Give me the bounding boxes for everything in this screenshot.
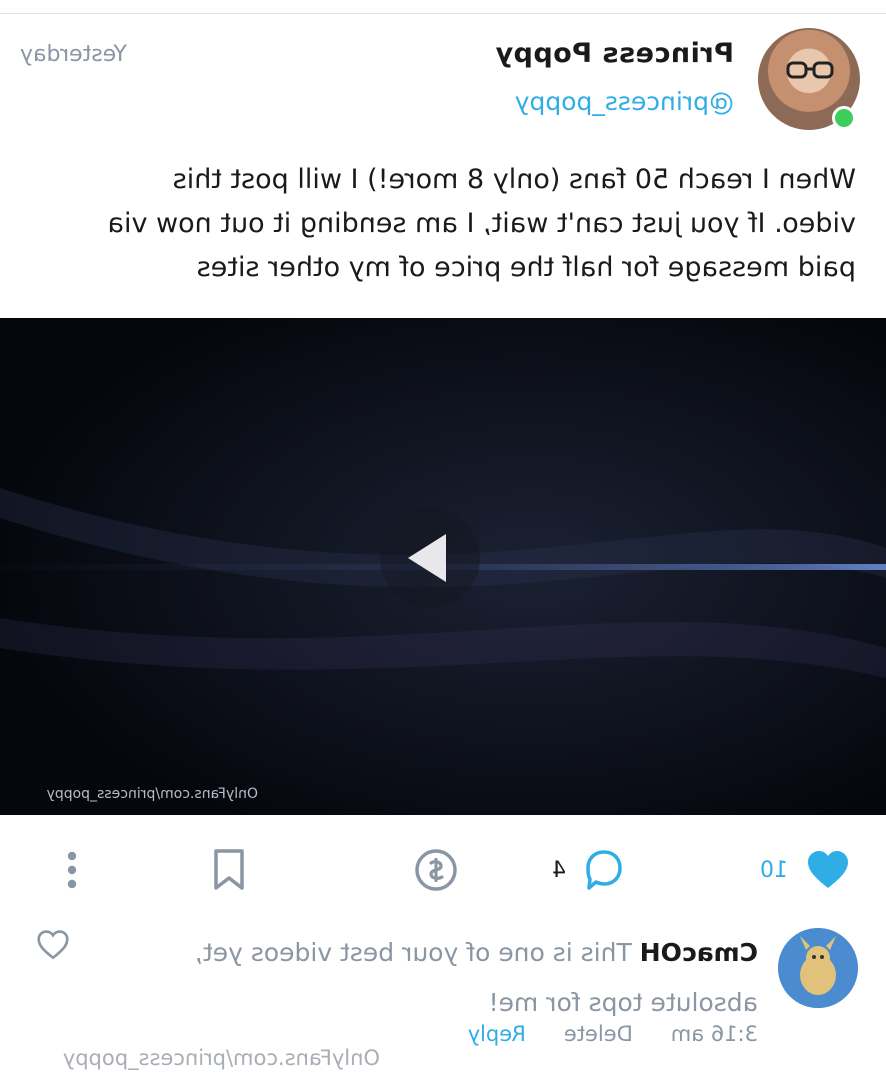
- post-timestamp: Yesterday: [20, 42, 127, 67]
- comment-delete-button[interactable]: Delete: [564, 1022, 633, 1046]
- bookmark-button[interactable]: [212, 848, 246, 892]
- comment-time: 3:16 am: [670, 1022, 758, 1046]
- commenter-avatar[interactable]: [778, 928, 858, 1008]
- author-info: Princess Poppy @princess_poppy: [495, 38, 734, 116]
- comment-icon: [586, 850, 622, 890]
- comment-meta: 3:16 am Delete Reply: [468, 1022, 758, 1046]
- tip-dollar-icon: [415, 849, 457, 891]
- mascot-avatar-icon: [778, 928, 858, 1008]
- comment-button[interactable]: 4: [552, 848, 624, 892]
- comment-like-button[interactable]: [36, 930, 70, 964]
- comment-author[interactable]: CmacOH: [640, 938, 758, 967]
- divider: [0, 13, 886, 14]
- post-header: Princess Poppy @princess_poppy Yesterday: [20, 28, 860, 136]
- play-button[interactable]: [380, 508, 480, 608]
- comment-count: 4: [552, 857, 566, 883]
- comment-body: CmacOH This is one of your best videos y…: [158, 928, 758, 1028]
- author-name[interactable]: Princess Poppy: [495, 38, 734, 69]
- heart-outline-icon: [37, 930, 69, 960]
- more-options-button[interactable]: [66, 848, 78, 892]
- video-watermark: OnlyFans.com/princess_poppy: [46, 786, 258, 802]
- comment-reply-button[interactable]: Reply: [468, 1022, 526, 1046]
- like-button[interactable]: 10: [760, 848, 850, 892]
- post-actions: 10 4: [0, 816, 886, 926]
- online-status-dot: [832, 106, 856, 130]
- play-icon: [408, 534, 446, 582]
- heart-icon: [808, 851, 848, 888]
- post-text: When I reach 50 fans (only 8 more!) I wi…: [107, 164, 856, 283]
- author-handle[interactable]: @princess_poppy: [495, 87, 734, 116]
- tip-button[interactable]: [414, 848, 458, 892]
- bookmark-icon: [214, 849, 244, 890]
- avatar-photo-icon: [786, 61, 834, 79]
- post-screen: Princess Poppy @princess_poppy Yesterday…: [0, 0, 886, 1079]
- footer-watermark: OnlyFans.com/princess_poppy: [62, 1046, 380, 1070]
- like-count: 10: [760, 857, 788, 883]
- more-vertical-icon: [67, 851, 77, 889]
